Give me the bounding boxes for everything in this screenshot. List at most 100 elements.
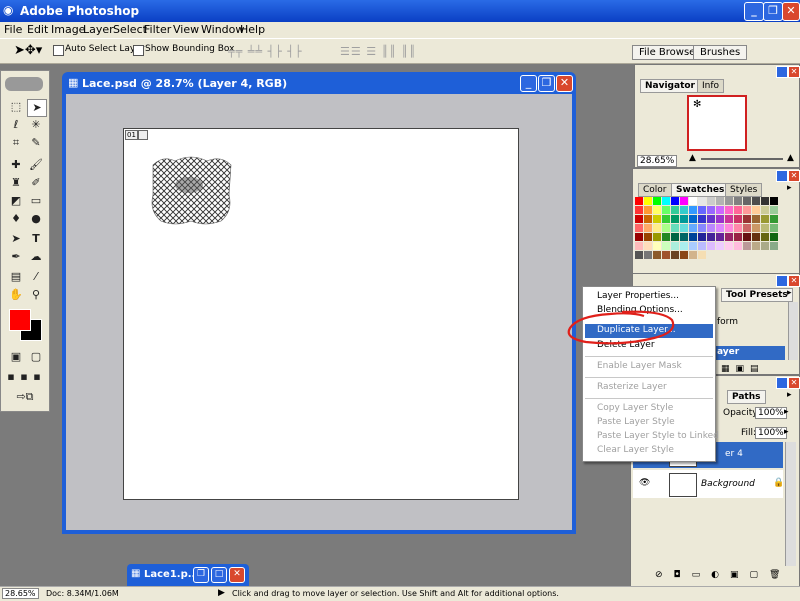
color-swatch[interactable] (644, 224, 652, 232)
panel-minimize-button[interactable] (776, 377, 788, 389)
move-tool-preset-icon[interactable]: ➤✥▾ (14, 43, 42, 58)
color-swatch[interactable] (725, 206, 733, 214)
brush-tool-icon[interactable]: 🖌 (27, 157, 45, 173)
color-swatch[interactable] (635, 206, 643, 214)
color-swatch[interactable] (635, 215, 643, 223)
zoom-in-icon[interactable]: ▲ (787, 153, 794, 163)
color-swatch[interactable] (680, 224, 688, 232)
restore-button[interactable]: ❐ (193, 567, 209, 583)
panel-minimize-button[interactable] (776, 170, 788, 182)
color-swatch[interactable] (689, 206, 697, 214)
color-swatch[interactable] (716, 197, 724, 205)
eraser-tool-icon[interactable]: ◩ (7, 193, 25, 209)
maximize-button[interactable]: ❐ (763, 2, 783, 21)
color-swatch[interactable] (770, 206, 778, 214)
color-swatch[interactable] (743, 233, 751, 241)
color-swatch[interactable] (752, 233, 760, 241)
color-swatch[interactable] (689, 251, 697, 259)
color-swatch[interactable] (698, 197, 706, 205)
color-swatch[interactable] (716, 215, 724, 223)
color-swatch[interactable] (635, 242, 643, 250)
tab-styles[interactable]: Styles (725, 183, 763, 197)
color-swatch[interactable] (770, 215, 778, 223)
tab-brushes[interactable]: Brushes (693, 45, 748, 60)
zoom-out-icon[interactable]: ▲ (689, 153, 696, 163)
panel-minimize-button[interactable] (776, 275, 788, 287)
lasso-tool-icon[interactable]: ℓ (7, 117, 25, 133)
crop-tool-icon[interactable]: ⌗ (7, 135, 25, 151)
doc-close-button[interactable]: ✕ (556, 75, 573, 92)
opacity-arrow-icon[interactable]: ▸ (784, 407, 789, 417)
color-swatch[interactable] (752, 242, 760, 250)
color-swatch[interactable] (662, 197, 670, 205)
color-swatch[interactable] (689, 215, 697, 223)
tab-swatches[interactable]: Swatches (671, 183, 730, 197)
zoom-tool-icon[interactable]: ⚲ (27, 287, 45, 303)
color-swatch[interactable] (734, 215, 742, 223)
color-swatch[interactable] (761, 224, 769, 232)
color-swatch[interactable] (752, 206, 760, 214)
color-swatch[interactable] (725, 233, 733, 241)
fill-input[interactable]: 100% (755, 427, 787, 439)
color-swatch[interactable] (662, 251, 670, 259)
color-swatch[interactable] (734, 206, 742, 214)
doc-minimize-button[interactable]: _ (520, 75, 537, 92)
align-icons[interactable]: ╤╤ ╧╧ ┤├ ┤├ (228, 45, 302, 58)
color-swatch[interactable] (635, 233, 643, 241)
selected-preset-row[interactable]: ayer (715, 346, 785, 360)
navigator-thumbnail[interactable]: ✻ (687, 95, 747, 151)
color-swatch[interactable] (707, 242, 715, 250)
image-canvas[interactable]: 01 (123, 128, 519, 500)
status-zoom-value[interactable]: 28.65% (2, 588, 39, 599)
quick-mask-icon[interactable]: ▢ (27, 349, 45, 365)
pen-tool-icon[interactable]: ✒ (7, 249, 25, 265)
color-swatch[interactable] (761, 197, 769, 205)
color-swatch[interactable] (689, 242, 697, 250)
panel-close-button[interactable]: ✕ (788, 275, 800, 287)
menu-edit[interactable]: Edit (27, 23, 48, 36)
show-bbox-checkbox[interactable] (133, 45, 144, 56)
color-swatch[interactable] (653, 197, 661, 205)
color-swatch[interactable] (698, 224, 706, 232)
color-swatch[interactable] (743, 215, 751, 223)
foreground-color-swatch[interactable] (9, 309, 31, 331)
menu-image[interactable]: Image (51, 23, 85, 36)
color-swatch[interactable] (653, 215, 661, 223)
panel-menu-arrow-icon[interactable]: ▸ (787, 183, 792, 193)
color-swatch[interactable] (635, 197, 643, 205)
color-swatch[interactable] (743, 197, 751, 205)
color-swatch[interactable] (680, 215, 688, 223)
color-swatch[interactable] (698, 206, 706, 214)
panel-close-button[interactable]: ✕ (788, 66, 800, 78)
panel-minimize-button[interactable] (776, 66, 788, 78)
standard-mode-icon[interactable]: ▣ (7, 349, 25, 365)
color-swatch[interactable] (662, 224, 670, 232)
hand-tool-icon[interactable]: ✋ (7, 287, 25, 303)
menu-view[interactable]: View (173, 23, 199, 36)
color-swatch[interactable] (743, 242, 751, 250)
color-swatch[interactable] (644, 233, 652, 241)
screen-mode-2-icon[interactable]: ▪ (18, 369, 30, 385)
layers-scrollbar[interactable] (785, 442, 796, 566)
slice-tool-icon[interactable]: ✎ (27, 135, 45, 151)
color-swatch[interactable] (707, 233, 715, 241)
history-brush-icon[interactable]: ✐ (27, 175, 45, 191)
color-swatch[interactable] (644, 197, 652, 205)
color-swatch[interactable] (680, 242, 688, 250)
color-swatch[interactable] (680, 233, 688, 241)
dodge-tool-icon[interactable]: ● (27, 211, 45, 227)
zoom-slider[interactable] (701, 158, 783, 160)
color-swatch[interactable] (725, 215, 733, 223)
tab-color[interactable]: Color (638, 183, 672, 197)
layer-row-background[interactable]: 👁 Background 🔒 (633, 470, 784, 498)
fill-arrow-icon[interactable]: ▸ (784, 427, 789, 437)
preset-item-label[interactable]: form (717, 317, 738, 327)
color-swatch[interactable] (680, 197, 688, 205)
menu-layer[interactable]: Layer (83, 23, 114, 36)
clone-stamp-icon[interactable]: ♜ (7, 175, 25, 191)
notes-tool-icon[interactable]: ▤ (7, 269, 25, 285)
color-swatch[interactable] (635, 224, 643, 232)
color-swatch[interactable] (671, 233, 679, 241)
color-swatch[interactable] (770, 197, 778, 205)
color-swatch[interactable] (761, 206, 769, 214)
